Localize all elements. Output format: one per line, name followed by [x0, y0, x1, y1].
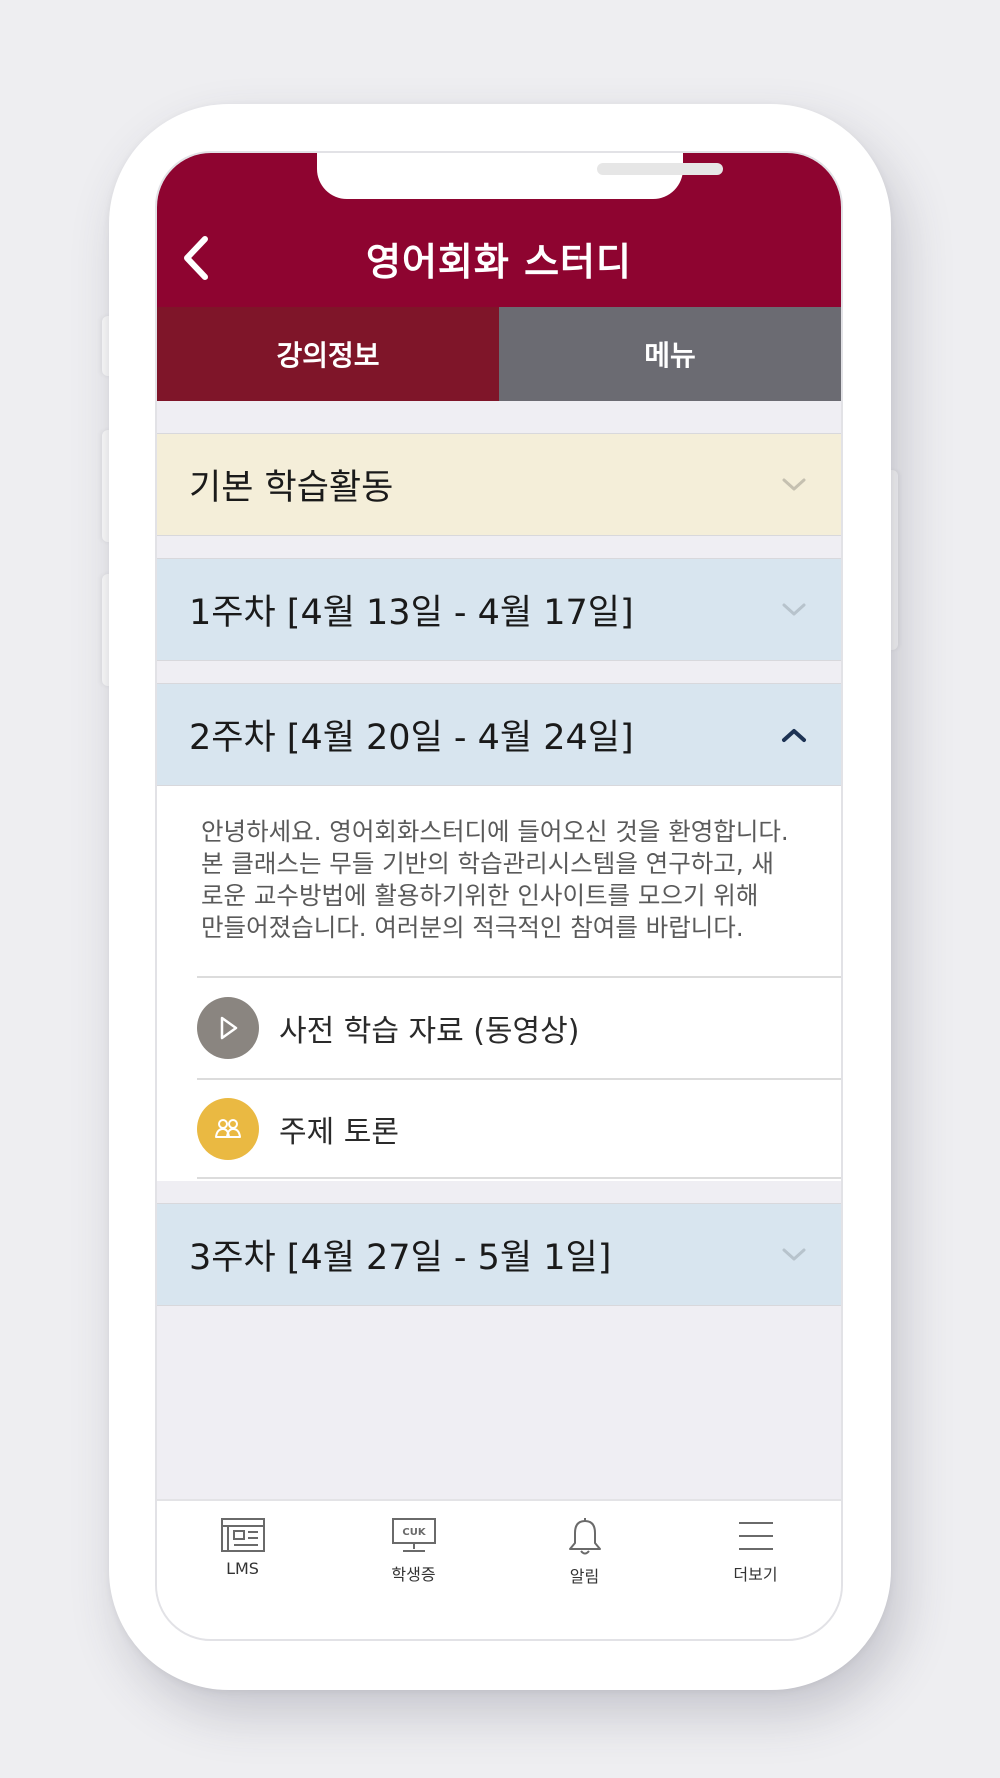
student-card-icon-text: CUK	[402, 1527, 426, 1538]
nav-label: 학생증	[391, 1565, 436, 1584]
menu-icon	[738, 1522, 773, 1550]
app-header: 영어회화 스터디	[157, 153, 841, 307]
section-label: 기본 학습활동	[189, 468, 394, 508]
chevron-down-icon	[782, 603, 806, 616]
speaker-grille	[597, 163, 723, 175]
student-card-icon: CUK	[391, 1518, 436, 1552]
nav-notifications[interactable]: 알림	[499, 1501, 670, 1639]
description-line: 로운 교수방법에 활용하기위한 인사이트를 모으기 위해	[201, 881, 759, 910]
nav-more[interactable]: 더보기	[670, 1501, 841, 1639]
chevron-down-icon	[782, 478, 806, 491]
nav-lms[interactable]: LMS	[157, 1501, 328, 1639]
section-week-1[interactable]: 1주차 [4월 13일 - 4월 17일]	[157, 558, 841, 661]
description-line: 안녕하세요. 영어회화스터디에 들어오신 것을 환영합니다.	[201, 817, 789, 846]
page-title: 영어회화 스터디	[366, 240, 632, 284]
nav-student-card[interactable]: CUK 학생증	[328, 1501, 499, 1639]
chevron-down-icon	[782, 1248, 806, 1261]
bell-icon	[568, 1518, 601, 1555]
bottom-navigation: LMS CUK 학생증 알림 더보기	[157, 1499, 841, 1639]
activity-label: 주제 토론	[279, 1114, 399, 1150]
chevron-up-icon	[782, 729, 806, 742]
nav-label: LMS	[226, 1559, 259, 1578]
description-line: 본 클래스는 무들 기반의 학습관리시스템을 연구하고, 새	[201, 849, 774, 878]
section-basic-activities[interactable]: 기본 학습활동	[157, 433, 841, 536]
week-description: 안녕하세요. 영어회화스터디에 들어오신 것을 환영합니다. 본 클래스는 무들…	[201, 816, 821, 944]
section-label: 1주차 [4월 13일 - 4월 17일]	[189, 593, 634, 633]
section-label: 3주차 [4월 27일 - 5월 1일]	[189, 1238, 612, 1278]
phone-screen: 영어회화 스터디 강의정보 메뉴 기본 학습활동 1주차 [4월 13일 - 4…	[155, 151, 843, 1641]
tab-menu[interactable]: 메뉴	[499, 307, 841, 401]
notch	[317, 153, 723, 199]
tab-bar: 강의정보 메뉴	[157, 307, 841, 401]
description-line: 만들어졌습니다. 여러분의 적극적인 참여를 바랍니다.	[201, 913, 744, 942]
section-label: 2주차 [4월 20일 - 4월 24일]	[189, 718, 634, 758]
section-week-3[interactable]: 3주차 [4월 27일 - 5월 1일]	[157, 1203, 841, 1306]
nav-label: 더보기	[733, 1565, 778, 1584]
play-icon	[197, 996, 259, 1059]
nav-label: 알림	[569, 1567, 600, 1586]
section-week-2[interactable]: 2주차 [4월 20일 - 4월 24일]	[157, 683, 841, 786]
week-2-content: 안녕하세요. 영어회화스터디에 들어오신 것을 환영합니다. 본 클래스는 무들…	[157, 786, 841, 1181]
activity-video-material[interactable]: 사전 학습 자료 (동영상)	[197, 976, 841, 1077]
lms-icon	[220, 1518, 265, 1552]
people-icon	[197, 1097, 259, 1160]
activity-topic-discussion[interactable]: 주제 토론	[197, 1078, 841, 1179]
activity-label: 사전 학습 자료 (동영상)	[279, 1013, 580, 1049]
tab-course-info[interactable]: 강의정보	[157, 307, 499, 401]
